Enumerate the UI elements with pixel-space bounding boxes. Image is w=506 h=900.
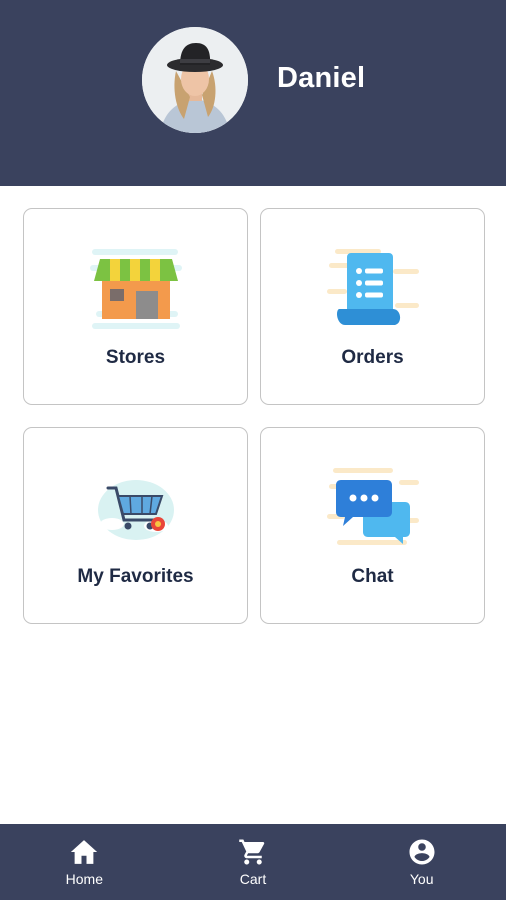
chat-bubbles-icon [326, 468, 419, 545]
nav-you[interactable]: You [337, 824, 506, 900]
shopping-cart-heart-icon [97, 480, 174, 540]
account-circle-icon [409, 839, 435, 865]
orders-card[interactable]: Orders [260, 208, 485, 405]
nav-home-label: Home [65, 871, 104, 887]
storefront-icon [89, 249, 182, 329]
home-icon [71, 840, 98, 864]
bottom-navigation: Home Cart You [0, 824, 506, 900]
favorites-card[interactable]: My Favorites [23, 427, 248, 624]
favorites-label: My Favorites [77, 566, 194, 587]
nav-cart-label: Cart [239, 871, 267, 887]
nav-cart[interactable]: Cart [169, 824, 338, 900]
chat-card[interactable]: Chat [260, 427, 485, 624]
profile-header: Daniel [0, 0, 506, 186]
orders-label: Orders [341, 347, 404, 368]
receipt-list-icon [326, 249, 419, 325]
avatar[interactable] [142, 27, 248, 133]
cart-icon [239, 839, 265, 865]
nav-home[interactable]: Home [0, 824, 169, 900]
stores-label: Stores [105, 347, 166, 368]
nav-you-label: You [409, 871, 434, 887]
user-photo-icon [142, 27, 248, 133]
stores-card[interactable]: Stores [23, 208, 248, 405]
user-name: Daniel [277, 62, 366, 94]
chat-label: Chat [351, 566, 394, 587]
